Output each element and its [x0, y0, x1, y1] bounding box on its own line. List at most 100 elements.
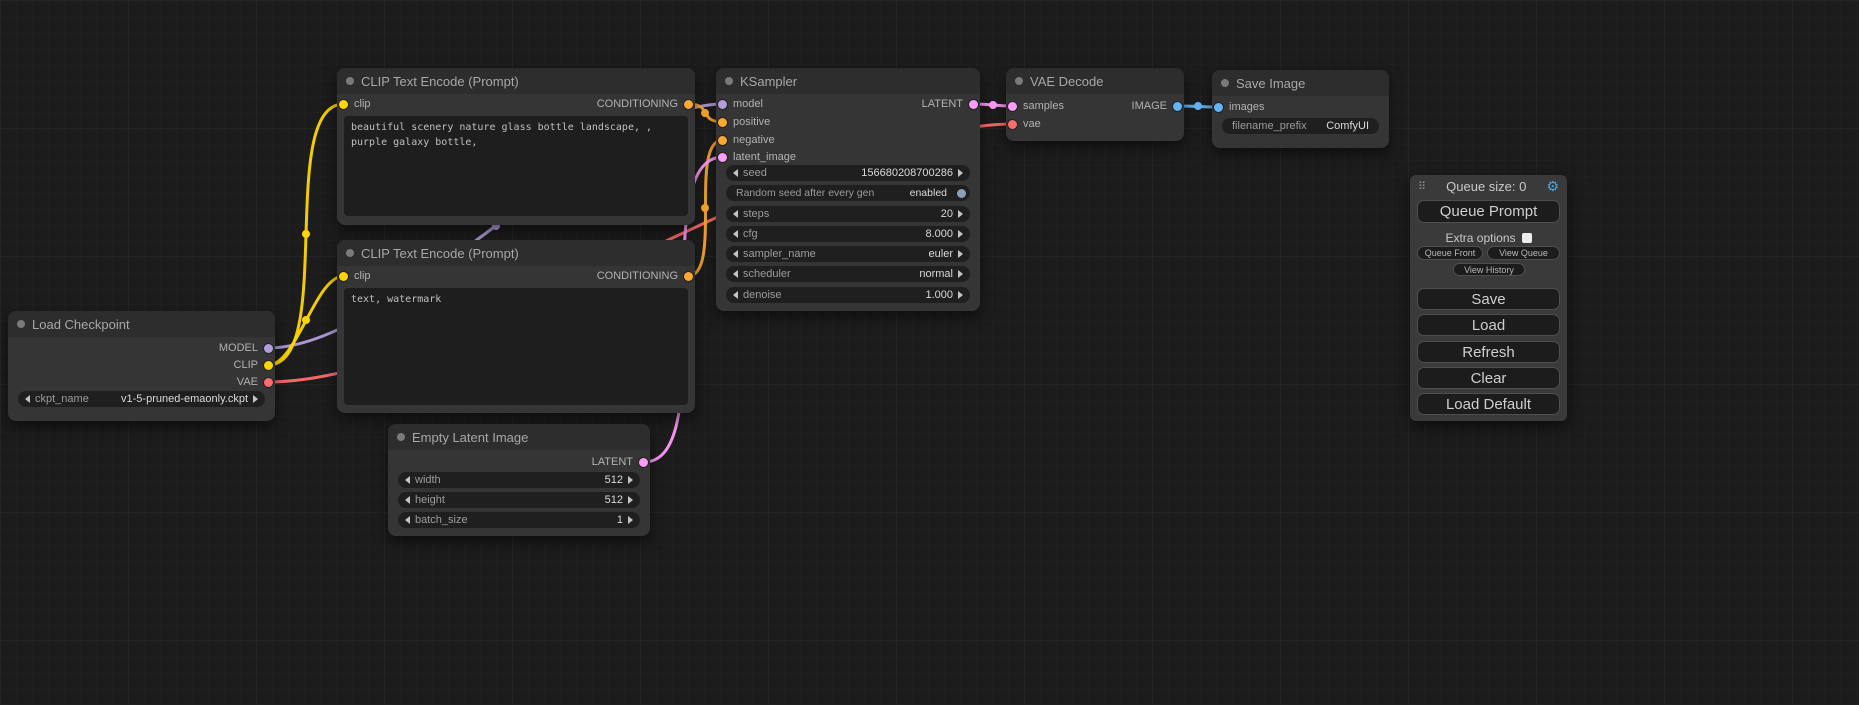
image-output-dot[interactable]: [1173, 102, 1182, 111]
input-slot-clip: clip: [339, 96, 371, 112]
link-midpoint-dot: [701, 204, 709, 212]
node-titlebar[interactable]: Load Checkpoint: [8, 311, 275, 337]
refresh-button[interactable]: Refresh: [1417, 341, 1560, 363]
input-slot-clip: clip: [339, 268, 371, 284]
collapse-dot-icon[interactable]: [346, 77, 354, 85]
toggle-dot-icon[interactable]: [957, 189, 966, 198]
increment-arrow-icon[interactable]: [253, 395, 258, 403]
gear-icon[interactable]: ⚙: [1546, 178, 1559, 195]
decrement-arrow-icon[interactable]: [733, 169, 738, 177]
output-label: CONDITIONING: [597, 98, 678, 110]
node-titlebar[interactable]: CLIP Text Encode (Prompt): [337, 240, 695, 266]
collapse-dot-icon[interactable]: [725, 77, 733, 85]
prompt-textarea[interactable]: text, watermark: [344, 288, 688, 405]
prompt-textarea[interactable]: beautiful scenery nature glass bottle la…: [344, 116, 688, 216]
widget-name: steps: [743, 208, 769, 220]
input-label: vae: [1023, 118, 1041, 130]
decrement-arrow-icon[interactable]: [405, 516, 410, 524]
increment-arrow-icon[interactable]: [628, 476, 633, 484]
images-input-dot[interactable]: [1214, 103, 1223, 112]
clip-input-dot[interactable]: [339, 272, 348, 281]
decrement-arrow-icon[interactable]: [733, 210, 738, 218]
increment-arrow-icon[interactable]: [958, 291, 963, 299]
view-history-button[interactable]: View History: [1453, 263, 1525, 276]
negative-input-dot[interactable]: [718, 136, 727, 145]
vae-output-dot[interactable]: [264, 378, 273, 387]
input-label: latent_image: [733, 151, 796, 163]
node-titlebar[interactable]: Save Image: [1212, 70, 1389, 96]
node-clip-text-encode-positive[interactable]: CLIP Text Encode (Prompt) clip CONDITION…: [337, 68, 695, 225]
view-queue-button[interactable]: View Queue: [1487, 246, 1560, 260]
seed-widget[interactable]: seed 156680208700286: [726, 165, 970, 181]
input-slot-samples: samples: [1008, 98, 1064, 114]
conditioning-output-dot[interactable]: [684, 100, 693, 109]
ckpt-name-widget[interactable]: ckpt_name v1-5-pruned-emaonly.ckpt: [18, 391, 265, 407]
collapse-dot-icon[interactable]: [1221, 79, 1229, 87]
latent-output-dot[interactable]: [969, 100, 978, 109]
queue-front-button[interactable]: Queue Front: [1417, 246, 1483, 260]
node-load-checkpoint[interactable]: Load Checkpoint MODEL CLIP VAE ckpt_name…: [8, 311, 275, 421]
save-button[interactable]: Save: [1417, 288, 1560, 310]
increment-arrow-icon[interactable]: [628, 516, 633, 524]
queue-prompt-button[interactable]: Queue Prompt: [1417, 200, 1560, 223]
cfg-widget[interactable]: cfg 8.000: [726, 226, 970, 242]
filename-prefix-widget[interactable]: filename_prefix ComfyUI: [1222, 118, 1379, 134]
node-titlebar[interactable]: KSampler: [716, 68, 980, 94]
decrement-arrow-icon[interactable]: [733, 230, 738, 238]
node-clip-text-encode-negative[interactable]: CLIP Text Encode (Prompt) clip CONDITION…: [337, 240, 695, 413]
increment-arrow-icon[interactable]: [628, 496, 633, 504]
node-titlebar[interactable]: VAE Decode: [1006, 68, 1184, 94]
clip-output-dot[interactable]: [264, 361, 273, 370]
increment-arrow-icon[interactable]: [958, 270, 963, 278]
scheduler-widget[interactable]: scheduler normal: [726, 266, 970, 282]
increment-arrow-icon[interactable]: [958, 169, 963, 177]
increment-arrow-icon[interactable]: [958, 230, 963, 238]
decrement-arrow-icon[interactable]: [405, 496, 410, 504]
extra-options-checkbox[interactable]: [1522, 233, 1532, 243]
conditioning-output-dot[interactable]: [684, 272, 693, 281]
width-widget[interactable]: width 512: [398, 472, 640, 488]
node-save-image[interactable]: Save Image images filename_prefix ComfyU…: [1212, 70, 1389, 148]
collapse-dot-icon[interactable]: [397, 433, 405, 441]
node-titlebar[interactable]: CLIP Text Encode (Prompt): [337, 68, 695, 94]
collapse-dot-icon[interactable]: [17, 320, 25, 328]
latent-image-input-dot[interactable]: [718, 153, 727, 162]
model-output-dot[interactable]: [264, 344, 273, 353]
model-input-dot[interactable]: [718, 100, 727, 109]
node-ksampler[interactable]: KSampler model LATENT positive negative …: [716, 68, 980, 311]
steps-widget[interactable]: steps 20: [726, 206, 970, 222]
increment-arrow-icon[interactable]: [958, 210, 963, 218]
vae-input-dot[interactable]: [1008, 120, 1017, 129]
widget-value: v1-5-pruned-emaonly.ckpt: [121, 393, 248, 405]
random-seed-toggle-widget[interactable]: Random seed after every gen enabled: [726, 185, 970, 201]
decrement-arrow-icon[interactable]: [733, 291, 738, 299]
latent-output-dot[interactable]: [639, 458, 648, 467]
collapse-dot-icon[interactable]: [1015, 77, 1023, 85]
node-graph-canvas[interactable]: Load Checkpoint MODEL CLIP VAE ckpt_name…: [0, 0, 1859, 705]
widget-value: euler: [929, 248, 953, 260]
drag-handle-icon[interactable]: ⠿: [1418, 180, 1426, 193]
sampler-name-widget[interactable]: sampler_name euler: [726, 246, 970, 262]
height-widget[interactable]: height 512: [398, 492, 640, 508]
node-empty-latent-image[interactable]: Empty Latent Image LATENT width 512 heig…: [388, 424, 650, 536]
clip-input-dot[interactable]: [339, 100, 348, 109]
decrement-arrow-icon[interactable]: [405, 476, 410, 484]
decrement-arrow-icon[interactable]: [733, 250, 738, 258]
positive-input-dot[interactable]: [718, 118, 727, 127]
node-title: CLIP Text Encode (Prompt): [361, 74, 519, 89]
collapse-dot-icon[interactable]: [346, 249, 354, 257]
denoise-widget[interactable]: denoise 1.000: [726, 287, 970, 303]
load-button[interactable]: Load: [1417, 314, 1560, 336]
node-titlebar[interactable]: Empty Latent Image: [388, 424, 650, 450]
decrement-arrow-icon[interactable]: [733, 270, 738, 278]
output-slot-vae: VAE: [237, 374, 273, 390]
increment-arrow-icon[interactable]: [958, 250, 963, 258]
load-default-button[interactable]: Load Default: [1417, 393, 1560, 415]
output-label: IMAGE: [1132, 100, 1167, 112]
node-vae-decode[interactable]: VAE Decode samples IMAGE vae: [1006, 68, 1184, 141]
samples-input-dot[interactable]: [1008, 102, 1017, 111]
extra-options-row: Extra options: [1410, 230, 1567, 246]
decrement-arrow-icon[interactable]: [25, 395, 30, 403]
clear-button[interactable]: Clear: [1417, 367, 1560, 389]
batch-size-widget[interactable]: batch_size 1: [398, 512, 640, 528]
